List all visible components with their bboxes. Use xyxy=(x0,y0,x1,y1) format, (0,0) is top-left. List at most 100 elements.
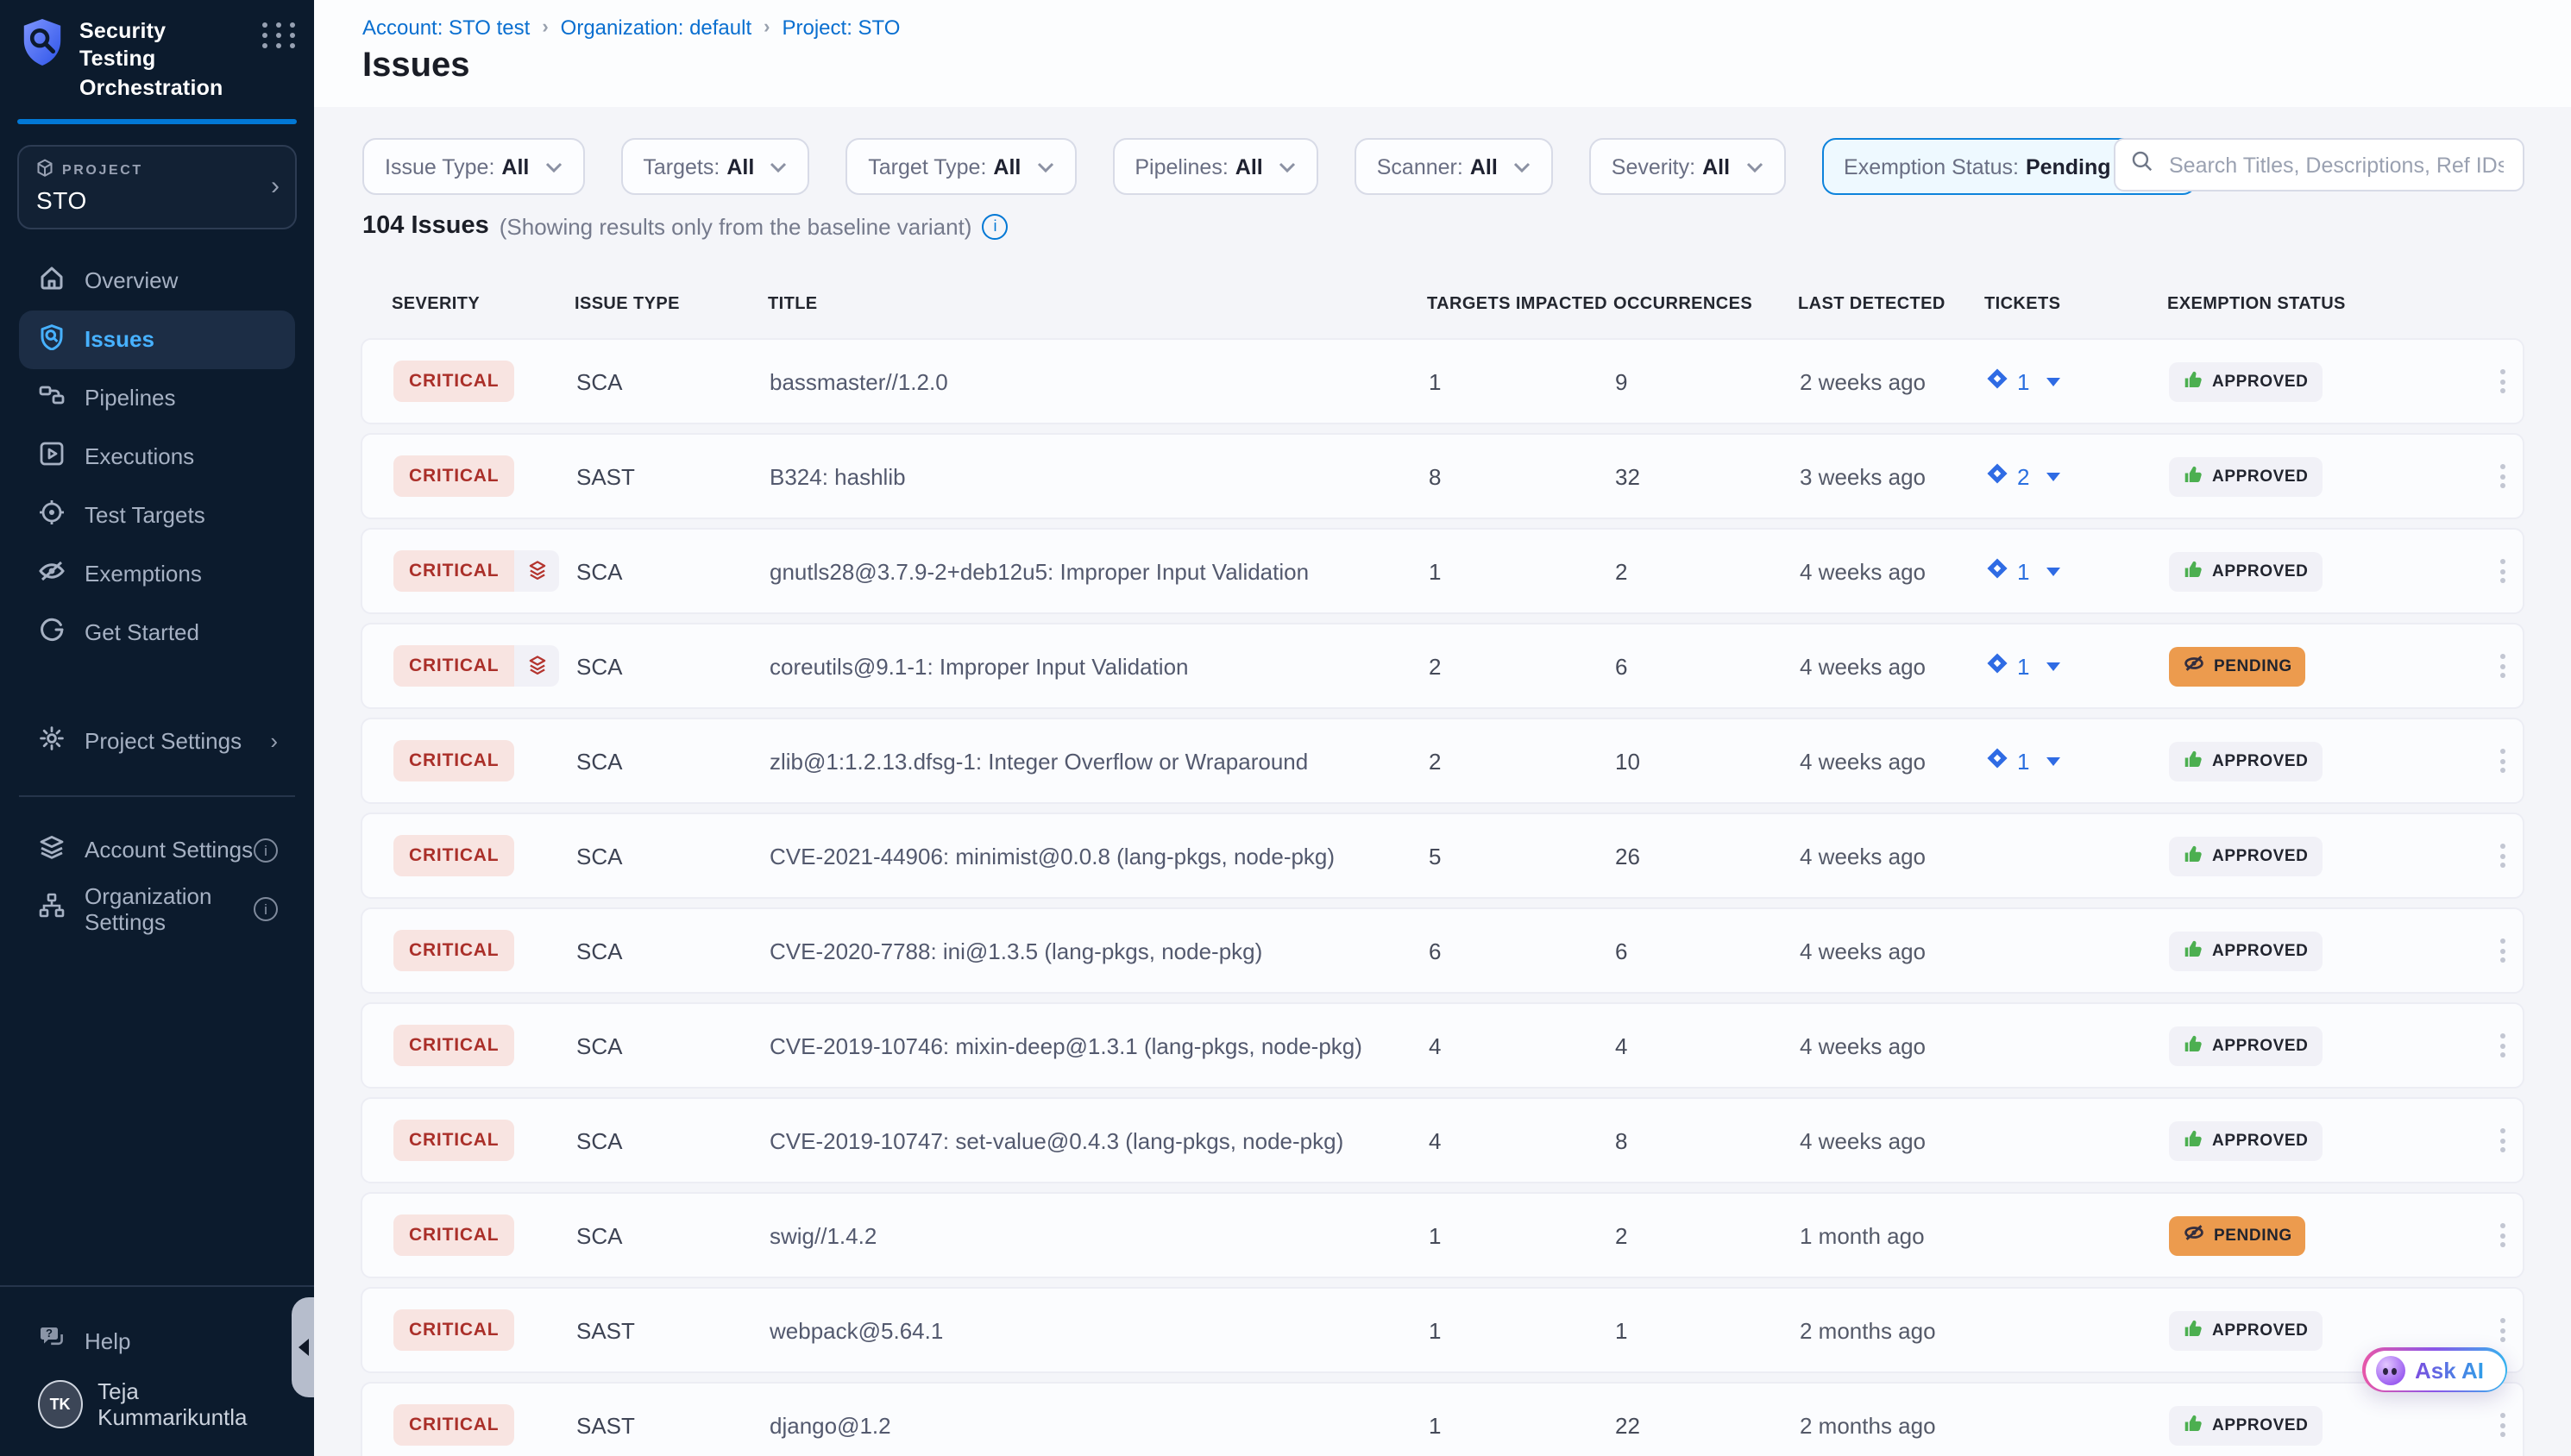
severity-badge: CRITICAL xyxy=(393,550,559,592)
issue-title[interactable]: CVE-2019-10746: mixin-deep@1.3.1 (lang-p… xyxy=(770,1032,1362,1058)
sidebar-item-account-settings[interactable]: Account Settings i xyxy=(19,821,295,880)
ticket-diamond-icon xyxy=(1986,367,2008,395)
sidebar-item-project-settings[interactable]: Project Settings › xyxy=(19,712,295,771)
table-row[interactable]: CRITICAL SCA CVE-2019-10746: mixin-deep@… xyxy=(361,1002,2524,1089)
row-menu-button[interactable] xyxy=(2484,359,2522,404)
filter-scanner[interactable]: Scanner:All xyxy=(1355,138,1553,195)
thumbs-up-icon xyxy=(2183,558,2203,584)
issue-title[interactable]: coreutils@9.1-1: Improper Input Validati… xyxy=(770,653,1189,679)
ticket-dropdown[interactable]: 1 xyxy=(1986,747,2169,775)
filter-targets[interactable]: Targets:All xyxy=(620,138,809,195)
eye-off-icon xyxy=(2183,1221,2205,1249)
sidebar-item-overview[interactable]: Overview xyxy=(19,252,295,311)
issue-type: SAST xyxy=(576,463,635,489)
get-started-icon xyxy=(38,617,66,650)
row-menu-button[interactable] xyxy=(2484,1023,2522,1068)
info-icon[interactable]: i xyxy=(982,213,1008,239)
sidebar-item-organization-settings[interactable]: Organization Settings i xyxy=(19,880,295,938)
table-row[interactable]: CRITICAL SCA coreutils@9.1-1: Improper I… xyxy=(361,623,2524,709)
main-content: Account: STO test › Organization: defaul… xyxy=(314,0,2571,1456)
table-row[interactable]: CRITICAL SCA CVE-2020-7788: ini@1.3.5 (l… xyxy=(361,907,2524,994)
issue-title[interactable]: CVE-2021-44906: minimist@0.0.8 (lang-pkg… xyxy=(770,843,1335,869)
table-row[interactable]: CRITICAL SCA zlib@1:1.2.13.dfsg-1: Integ… xyxy=(361,718,2524,804)
ask-ai-button[interactable]: Ask AI xyxy=(2362,1347,2507,1392)
sidebar-divider xyxy=(19,795,295,797)
issue-title[interactable]: django@1.2 xyxy=(770,1412,891,1438)
col-last-detected: LAST DETECTED xyxy=(1798,294,1984,313)
col-exemption-status: EXEMPTION STATUS xyxy=(2167,294,2467,313)
sidebar-item-get-started[interactable]: Get Started xyxy=(19,604,295,662)
row-menu-button[interactable] xyxy=(2484,1403,2522,1447)
issue-title[interactable]: webpack@5.64.1 xyxy=(770,1317,943,1343)
sidebar-item-test-targets[interactable]: Test Targets xyxy=(19,486,295,545)
breadcrumb-project-link[interactable]: Project: STO xyxy=(783,16,901,40)
ticket-dropdown[interactable]: 1 xyxy=(1986,557,2169,585)
breadcrumb-account-link[interactable]: Account: STO test xyxy=(362,16,530,40)
issue-type: SCA xyxy=(576,1222,622,1248)
ticket-diamond-icon xyxy=(1986,462,2008,490)
row-menu-button[interactable] xyxy=(2484,1308,2522,1352)
row-menu-button[interactable] xyxy=(2484,738,2522,783)
sidebar-item-pipelines[interactable]: Pipelines xyxy=(19,369,295,428)
target-icon xyxy=(38,499,66,532)
avatar: TK xyxy=(38,1380,82,1428)
table-row[interactable]: CRITICAL SAST B324: hashlib 8 32 3 weeks… xyxy=(361,433,2524,519)
row-menu-button[interactable] xyxy=(2484,643,2522,688)
user-menu[interactable]: TK Teja Kummarikuntla xyxy=(19,1370,295,1439)
sidebar-item-exemptions[interactable]: Exemptions xyxy=(19,545,295,604)
last-detected-value: 4 weeks ago xyxy=(1800,653,1926,679)
row-menu-button[interactable] xyxy=(2484,833,2522,878)
table-row[interactable]: CRITICAL SAST django@1.2 1 22 2 months a… xyxy=(361,1382,2524,1456)
issue-title[interactable]: B324: hashlib xyxy=(770,463,906,489)
row-menu-button[interactable] xyxy=(2484,1118,2522,1163)
info-icon[interactable]: i xyxy=(254,897,278,921)
table-row[interactable]: CRITICAL SCA gnutls28@3.7.9-2+deb12u5: I… xyxy=(361,528,2524,614)
info-icon[interactable]: i xyxy=(254,838,278,863)
ticket-count: 1 xyxy=(2017,368,2029,394)
issue-title[interactable]: CVE-2020-7788: ini@1.3.5 (lang-pkgs, nod… xyxy=(770,938,1262,963)
ticket-dropdown[interactable]: 1 xyxy=(1986,367,2169,395)
issue-title[interactable]: bassmaster//1.2.0 xyxy=(770,368,948,394)
sidebar-collapse-handle[interactable] xyxy=(292,1297,314,1397)
table-row[interactable]: CRITICAL SCA CVE-2019-10747: set-value@0… xyxy=(361,1097,2524,1183)
module-grid-icon[interactable] xyxy=(262,22,299,48)
chevron-down-icon xyxy=(770,161,787,172)
sidebar-item-issues[interactable]: Issues xyxy=(19,311,295,369)
filter-issue-type[interactable]: Issue Type:All xyxy=(362,138,584,195)
sidebar-nav: Overview Issues Pipelines Executions Tes… xyxy=(0,252,314,938)
last-detected-value: 4 weeks ago xyxy=(1800,558,1926,584)
row-menu-button[interactable] xyxy=(2484,454,2522,499)
row-menu-button[interactable] xyxy=(2484,928,2522,973)
issue-title[interactable]: gnutls28@3.7.9-2+deb12u5: Improper Input… xyxy=(770,558,1309,584)
project-selector[interactable]: PROJECT STO › xyxy=(17,145,297,229)
table-row[interactable]: CRITICAL SCA swig//1.4.2 1 2 1 month ago… xyxy=(361,1192,2524,1278)
chevron-down-icon xyxy=(1036,161,1053,172)
shield-search-icon xyxy=(38,323,66,356)
ticket-count: 2 xyxy=(2017,463,2029,489)
row-menu-button[interactable] xyxy=(2484,549,2522,593)
breadcrumb-organization-link[interactable]: Organization: default xyxy=(561,16,752,40)
issue-title[interactable]: zlib@1:1.2.13.dfsg-1: Integer Overflow o… xyxy=(770,748,1308,774)
ticket-dropdown[interactable]: 1 xyxy=(1986,652,2169,680)
severity-badge: CRITICAL xyxy=(393,361,514,402)
table-row[interactable]: CRITICAL SCA CVE-2021-44906: minimist@0.… xyxy=(361,813,2524,899)
sidebar-item-executions[interactable]: Executions xyxy=(19,428,295,486)
filter-target-type[interactable]: Target Type:All xyxy=(845,138,1076,195)
table-row[interactable]: CRITICAL SAST webpack@5.64.1 1 1 2 month… xyxy=(361,1287,2524,1373)
search-input[interactable] xyxy=(2166,151,2507,179)
row-menu-button[interactable] xyxy=(2484,1213,2522,1258)
col-severity: SEVERITY xyxy=(392,294,575,313)
issue-title[interactable]: swig//1.4.2 xyxy=(770,1222,877,1248)
ticket-dropdown[interactable]: 2 xyxy=(1986,462,2169,490)
chevron-down-icon xyxy=(2046,377,2060,386)
filter-pipelines[interactable]: Pipelines:All xyxy=(1112,138,1317,195)
help-button[interactable]: ? Help xyxy=(19,1311,295,1370)
table-row[interactable]: CRITICAL SCA bassmaster//1.2.0 1 9 2 wee… xyxy=(361,338,2524,424)
issue-type: SCA xyxy=(576,1032,622,1058)
issue-title[interactable]: CVE-2019-10747: set-value@0.4.3 (lang-pk… xyxy=(770,1127,1343,1153)
app-header: Security Testing Orchestration xyxy=(0,0,314,119)
project-label: PROJECT xyxy=(62,162,143,178)
col-occurrences: OCCURRENCES xyxy=(1613,294,1798,313)
filter-severity[interactable]: Severity:All xyxy=(1589,138,1785,195)
ai-robot-icon xyxy=(2375,1355,2404,1384)
